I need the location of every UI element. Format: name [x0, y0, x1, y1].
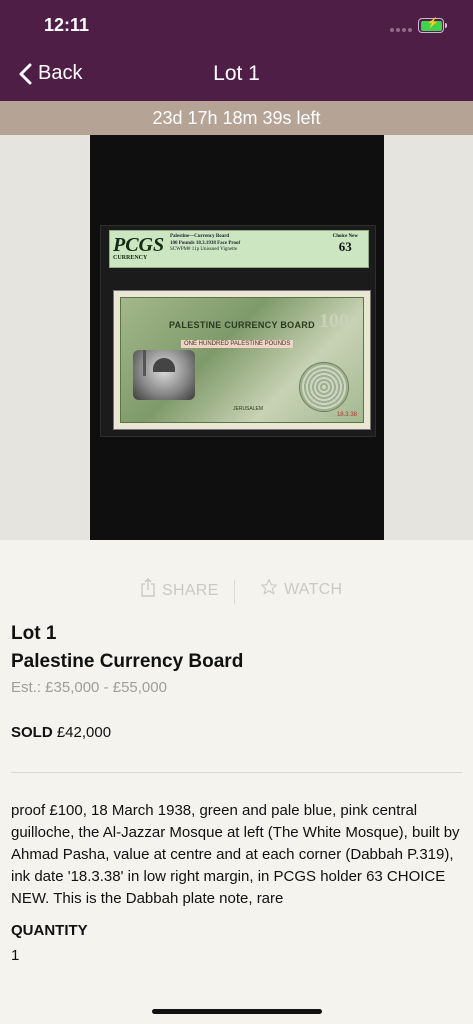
lot-photo[interactable]: PCGS CURRENCY Palestine—Currency Board 1… [90, 135, 384, 540]
quantity-value: 1 [11, 947, 20, 964]
status-time: 12:11 [44, 15, 90, 35]
note-denomination: 100 [319, 310, 349, 332]
lot-image-area: PCGS CURRENCY Palestine—Currency Board 1… [0, 135, 473, 540]
countdown-timer: 23d 17h 18m 39s left [0, 101, 473, 135]
pcgs-logo: PCGS CURRENCY [113, 234, 165, 261]
lot-number: Lot 1 [11, 623, 57, 644]
header: 12:11 Back Lot 1 [0, 0, 473, 101]
lot-title: Palestine Currency Board [11, 651, 244, 672]
star-icon [260, 578, 278, 601]
slab-description: Palestine—Currency Board 100 Pounds 18.3… [170, 234, 241, 252]
share-label: SHARE [162, 581, 219, 599]
home-indicator[interactable] [152, 1009, 322, 1014]
share-button[interactable]: SHARE [140, 578, 219, 603]
page-title: Lot 1 [213, 62, 260, 85]
signal-icon [390, 28, 412, 32]
slab-label: PCGS CURRENCY Palestine—Currency Board 1… [109, 230, 369, 268]
sold-label: SOLD [11, 724, 53, 741]
watch-button[interactable]: WATCH [260, 578, 342, 601]
note-title: PALESTINE CURRENCY BOARD [169, 320, 315, 330]
note-subtitle: ONE HUNDRED PALESTINE POUNDS [181, 340, 294, 348]
lot-estimate: Est.: £35,000 - £55,000 [11, 679, 167, 696]
action-bar: SHARE WATCH [0, 578, 473, 608]
divider [11, 772, 462, 773]
lot-description: proof £100, 18 March 1938, green and pal… [11, 802, 460, 907]
note-city: JERUSALEM [233, 406, 264, 412]
quantity-label: QUANTITY [11, 922, 88, 939]
mosque-vignette [133, 350, 195, 400]
sold-amount: £42,000 [56, 724, 112, 741]
grading-slab: PCGS CURRENCY Palestine—Currency Board 1… [100, 225, 376, 437]
note-date: 18.3.38 [336, 412, 357, 418]
slab-grade: Choice New 63 [332, 234, 358, 254]
watch-label: WATCH [284, 580, 343, 598]
battery-charging-icon [418, 18, 447, 33]
share-icon [140, 578, 156, 603]
sold-price: SOLD £42,000 [11, 724, 111, 741]
action-divider [234, 580, 235, 604]
guilloche-pattern [299, 362, 349, 412]
banknote: PALESTINE CURRENCY BOARD 100 ONE HUNDRED… [113, 290, 371, 430]
